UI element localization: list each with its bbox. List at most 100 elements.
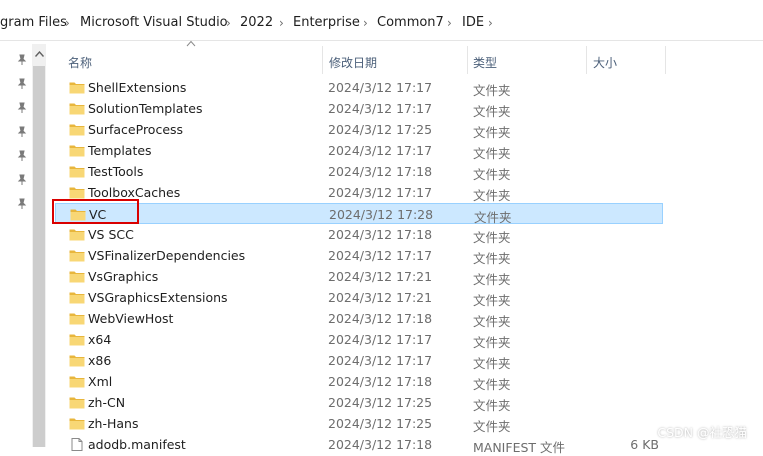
chevron-right-icon[interactable]: › (279, 14, 284, 32)
pin-icon[interactable] (17, 150, 27, 162)
file-name: VS SCC (88, 227, 134, 242)
file-row[interactable]: SurfaceProcess 2024/3/12 17:25 文件夹 (55, 119, 663, 140)
file-name: SurfaceProcess (88, 122, 184, 137)
folder-icon (69, 312, 85, 325)
file-type: 文件夹 (473, 272, 511, 287)
folder-icon (69, 144, 85, 157)
file-name: SolutionTemplates (88, 101, 203, 116)
pin-icon[interactable] (17, 54, 27, 66)
file-row[interactable]: ToolboxCaches 2024/3/12 17:17 文件夹 (55, 182, 663, 203)
file-row[interactable]: VS SCC 2024/3/12 17:18 文件夹 (55, 224, 663, 245)
file-date-modified: 2024/3/12 17:17 (328, 185, 433, 200)
file-size: 6 KB (630, 437, 659, 452)
folder-icon (69, 102, 85, 115)
file-row[interactable]: ShellExtensions 2024/3/12 17:17 文件夹 (55, 77, 663, 98)
pin-icon[interactable] (17, 102, 27, 114)
file-name: VSFinalizerDependencies (88, 248, 246, 263)
breadcrumb-item-visual-studio[interactable]: Microsoft Visual Studio (80, 14, 228, 32)
file-name: Templates (88, 143, 152, 158)
file-type: 文件夹 (473, 293, 511, 308)
pin-icon[interactable] (17, 126, 27, 138)
pin-icon[interactable] (17, 78, 27, 90)
breadcrumb-item-2022[interactable]: 2022 (240, 14, 273, 32)
column-header-date-label: 修改日期 (329, 56, 378, 70)
breadcrumb-item-program-files[interactable]: gram Files (0, 14, 67, 32)
file-row[interactable]: adodb.manifest 2024/3/12 17:18 MANIFEST 文件… (55, 434, 663, 455)
pin-icon[interactable] (17, 174, 27, 186)
folder-icon (69, 417, 85, 430)
file-date-modified: 2024/3/12 17:18 (328, 311, 433, 326)
file-name: ToolboxCaches (88, 185, 181, 200)
column-header-size-label: 大小 (593, 56, 618, 70)
highlight-annotation-box (52, 199, 139, 224)
file-date-modified: 2024/3/12 17:18 (328, 437, 433, 452)
file-type: 文件夹 (473, 419, 511, 434)
file-name: x86 (88, 353, 112, 368)
folder-icon (69, 396, 85, 409)
file-date-modified: 2024/3/12 17:17 (328, 353, 433, 368)
file-row[interactable]: Xml 2024/3/12 17:18 文件夹 (55, 371, 663, 392)
folder-icon (69, 81, 85, 94)
file-date-modified: 2024/3/12 17:18 (328, 164, 433, 179)
folder-icon (69, 186, 85, 199)
chevron-right-icon[interactable]: › (226, 14, 231, 32)
file-row[interactable]: VSFinalizerDependencies 2024/3/12 17:17 文件… (55, 245, 663, 266)
folder-icon (69, 291, 85, 304)
chevron-right-icon[interactable]: › (65, 14, 70, 32)
file-row[interactable]: VsGraphics 2024/3/12 17:21 文件夹 (55, 266, 663, 287)
column-header-type[interactable]: 类型 (468, 46, 586, 76)
file-date-modified: 2024/3/12 17:17 (328, 80, 433, 95)
column-header-date[interactable]: 修改日期 (323, 46, 467, 76)
folder-icon (69, 270, 85, 283)
file-type: 文件夹 (473, 230, 511, 245)
file-name: Xml (88, 374, 113, 389)
file-row[interactable]: zh-Hans 2024/3/12 17:25 文件夹 (55, 413, 663, 434)
pin-icon[interactable] (17, 198, 27, 210)
file-type: 文件夹 (473, 146, 511, 161)
chevron-right-icon[interactable]: › (488, 14, 493, 32)
column-header-name-label: 名称 (68, 56, 93, 70)
file-row[interactable]: x64 2024/3/12 17:17 文件夹 (55, 329, 663, 350)
file-date-modified: 2024/3/12 17:25 (328, 416, 433, 431)
file-name: ShellExtensions (88, 80, 187, 95)
column-header-name[interactable]: 名称 (62, 46, 322, 76)
breadcrumb-item-common7[interactable]: Common7 (377, 14, 444, 32)
file-row[interactable]: zh-CN 2024/3/12 17:25 文件夹 (55, 392, 663, 413)
folder-icon (69, 375, 85, 388)
column-header-size[interactable]: 大小 (587, 46, 665, 76)
file-row[interactable]: Templates 2024/3/12 17:17 文件夹 (55, 140, 663, 161)
folder-icon (69, 228, 85, 241)
file-date-modified: 2024/3/12 17:25 (328, 395, 433, 410)
file-type: 文件夹 (473, 377, 511, 392)
file-date-modified: 2024/3/12 17:21 (328, 269, 433, 284)
file-row[interactable]: VC 2024/3/12 17:28 文件夹 (55, 203, 663, 225)
file-type: 文件夹 (473, 251, 511, 266)
watermark: CSDN @社恐猫 (657, 425, 747, 440)
address-bar[interactable]: gram Files › Microsoft Visual Studio › 2… (0, 0, 763, 41)
scroll-up-arrow-icon[interactable] (32, 44, 46, 64)
file-row[interactable]: VSGraphicsExtensions 2024/3/12 17:21 文件夹 (55, 287, 663, 308)
folder-icon (69, 333, 85, 346)
file-date-modified: 2024/3/12 17:18 (328, 227, 433, 242)
file-type: 文件夹 (473, 104, 511, 119)
file-name: zh-Hans (88, 416, 139, 431)
file-row[interactable]: TestTools 2024/3/12 17:18 文件夹 (55, 161, 663, 182)
file-row[interactable]: x86 2024/3/12 17:17 文件夹 (55, 350, 663, 371)
file-date-modified: 2024/3/12 17:17 (328, 248, 433, 263)
file-type: 文件夹 (473, 314, 511, 329)
file-type: 文件夹 (473, 335, 511, 350)
file-date-modified: 2024/3/12 17:17 (328, 101, 433, 116)
breadcrumb-item-ide[interactable]: IDE (462, 14, 484, 32)
file-name: VsGraphics (88, 269, 159, 284)
file-row[interactable]: WebViewHost 2024/3/12 17:18 文件夹 (55, 308, 663, 329)
folder-icon (69, 165, 85, 178)
file-type: 文件夹 (473, 356, 511, 371)
chevron-right-icon[interactable]: › (447, 14, 452, 32)
breadcrumb-item-enterprise[interactable]: Enterprise (293, 14, 360, 32)
nav-scrollbar-thumb[interactable] (33, 66, 45, 447)
file-date-modified: 2024/3/12 17:17 (328, 332, 433, 347)
column-divider[interactable] (665, 46, 666, 74)
file-row[interactable]: SolutionTemplates 2024/3/12 17:17 文件夹 (55, 98, 663, 119)
chevron-right-icon[interactable]: › (363, 14, 368, 32)
file-name: x64 (88, 332, 112, 347)
